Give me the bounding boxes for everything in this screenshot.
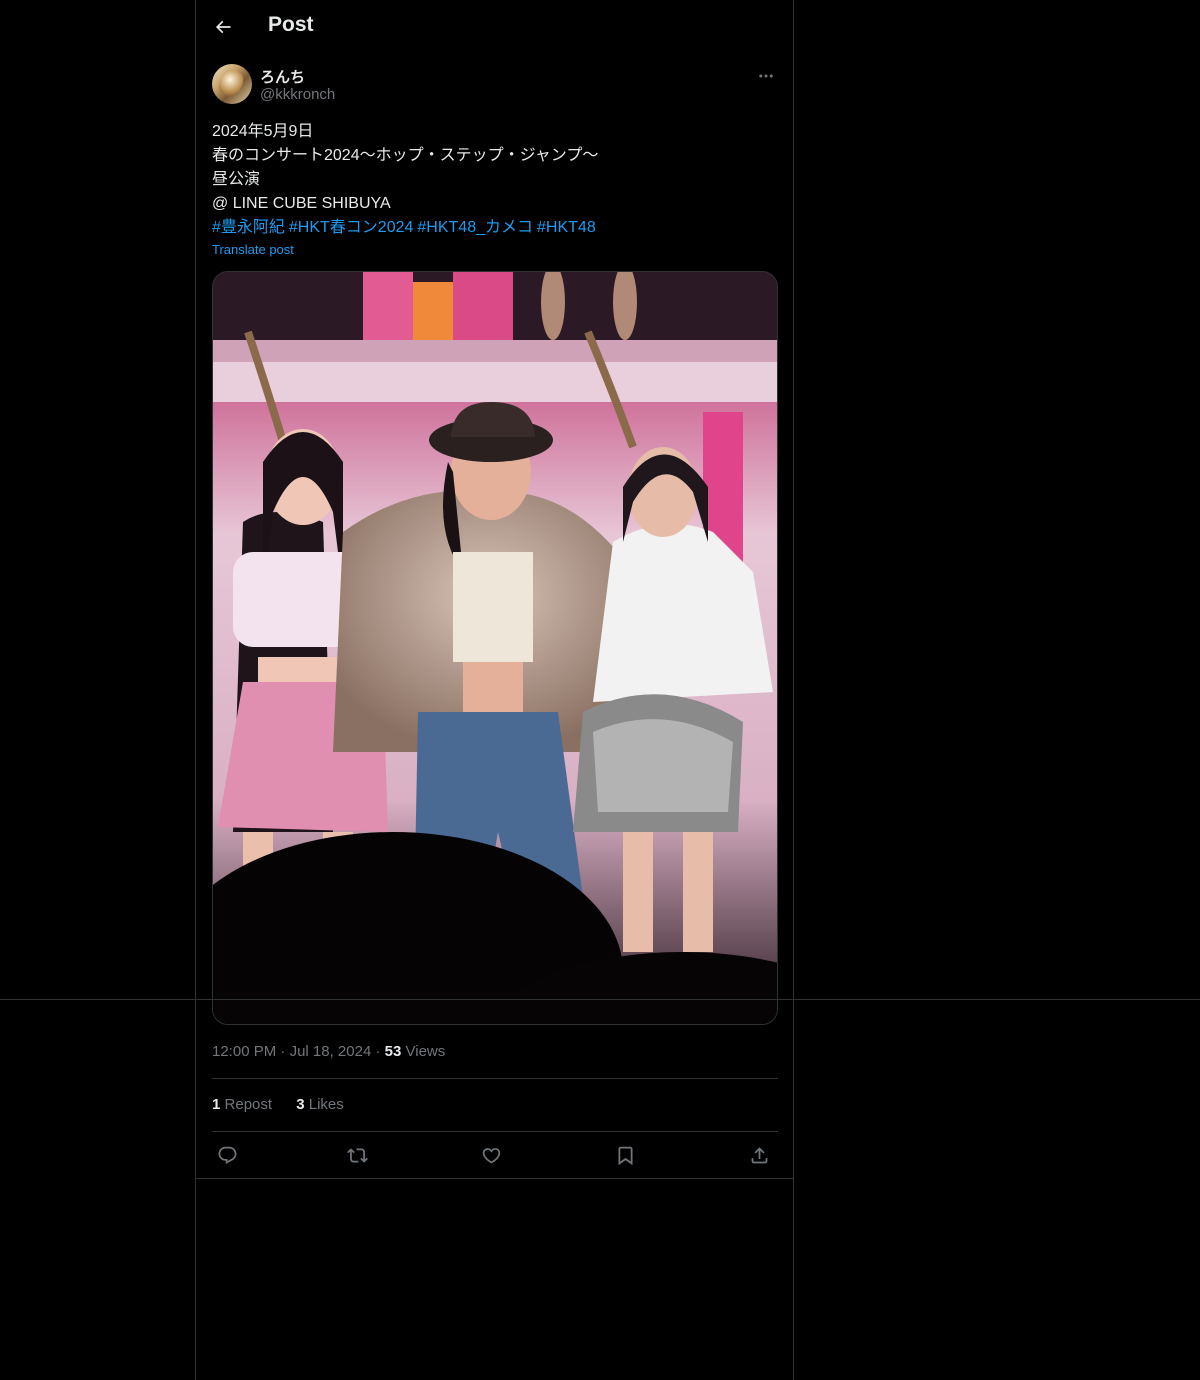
- share-button[interactable]: [746, 1142, 772, 1168]
- views-label: Views: [405, 1043, 446, 1060]
- header: Post: [196, 0, 793, 54]
- post-line: 昼公演: [212, 171, 261, 188]
- more-icon: [759, 74, 773, 78]
- like-button[interactable]: [478, 1142, 504, 1168]
- post-column: Post ろんち @kkkronch 2024年5月9日 春のコンサート2024…: [195, 0, 794, 1380]
- repost-button[interactable]: [344, 1142, 370, 1168]
- reposts-label: Repost: [224, 1096, 273, 1113]
- share-icon: [751, 1146, 767, 1163]
- back-button[interactable]: [208, 12, 238, 42]
- hashtag-link[interactable]: #HKT春コン2024: [289, 219, 414, 236]
- reply-button[interactable]: [214, 1142, 240, 1168]
- likes-label: Likes: [308, 1096, 344, 1113]
- divider: [196, 1178, 793, 1179]
- post-author: ろんち @kkkronch: [212, 64, 778, 108]
- divider: [212, 1131, 778, 1132]
- post-line: 2024年5月9日: [212, 123, 314, 140]
- views-count: 53: [384, 1043, 402, 1060]
- bookmark-button[interactable]: [612, 1142, 638, 1168]
- reposts-count: 1: [212, 1096, 221, 1113]
- hashtag-link[interactable]: #HKT48: [537, 219, 596, 236]
- hashtag-link[interactable]: #HKT48_カメコ: [417, 219, 533, 236]
- translate-post-link[interactable]: Translate post: [212, 242, 294, 257]
- post-date[interactable]: Jul 18, 2024: [290, 1043, 372, 1060]
- action-bar: [212, 1140, 778, 1170]
- post-photo[interactable]: [212, 271, 778, 1025]
- bookmark-icon: [618, 1146, 632, 1165]
- avatar[interactable]: [212, 64, 252, 104]
- separator: ·: [375, 1043, 381, 1060]
- display-name[interactable]: ろんち: [260, 66, 305, 87]
- separator: ·: [280, 1043, 286, 1060]
- concert-photo: [213, 272, 777, 1024]
- hashtags: #豊永阿紀 #HKT春コン2024 #HKT48_カメコ #HKT48: [212, 216, 778, 240]
- reply-icon: [218, 1146, 236, 1164]
- post-stats: 1 Repost 3 Likes: [212, 1096, 364, 1113]
- hashtag-link[interactable]: #豊永阿紀: [212, 219, 285, 236]
- likes-stat[interactable]: 3 Likes: [296, 1096, 344, 1113]
- page-title: Post: [268, 13, 314, 36]
- post-time[interactable]: 12:00 PM: [212, 1043, 276, 1060]
- more-button[interactable]: [754, 64, 778, 88]
- back-arrow-icon: [215, 20, 231, 34]
- divider: [212, 1078, 778, 1079]
- repost-icon: [346, 1147, 368, 1163]
- divider: [0, 999, 1200, 1000]
- post-text: 2024年5月9日 春のコンサート2024〜ホップ・ステップ・ジャンプ〜 昼公演…: [212, 120, 778, 240]
- post-line: 春のコンサート2024〜ホップ・ステップ・ジャンプ〜: [212, 147, 599, 164]
- post-timestamp: 12:00 PM · Jul 18, 2024 · 53 Views: [212, 1043, 445, 1060]
- user-handle[interactable]: @kkkronch: [260, 86, 335, 103]
- post-line: @ LINE CUBE SHIBUYA: [212, 195, 391, 212]
- heart-icon: [482, 1147, 500, 1164]
- reposts-stat[interactable]: 1 Repost: [212, 1096, 272, 1113]
- likes-count: 3: [296, 1096, 305, 1113]
